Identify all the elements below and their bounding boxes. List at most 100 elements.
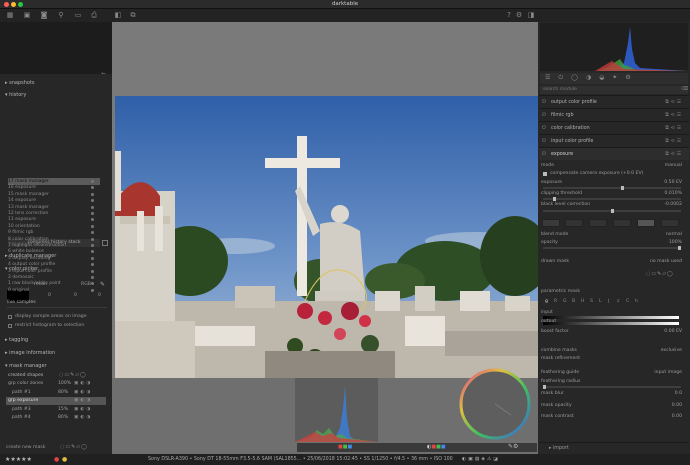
mask-blur-label: mask blur [541, 391, 564, 396]
channel-tab[interactable]: g [545, 299, 548, 304]
help-icon[interactable]: ? [505, 11, 513, 19]
mask-row-mode-icons[interactable]: ▣◐◑ [74, 389, 92, 397]
mask-manager-section[interactable]: ▾ mask manager [0, 362, 112, 371]
channel-tab[interactable]: G [563, 299, 567, 304]
module-header[interactable]: ⏻ color calibration ⧉⟲☰ [539, 121, 689, 134]
power-icon[interactable]: ⏻ [542, 148, 546, 161]
map-pin-icon[interactable]: ⚲ [57, 11, 65, 19]
scope-mode-icons[interactable]: ◐■■■ [427, 444, 446, 450]
camera-icon[interactable]: ◙ [40, 11, 48, 19]
module-header[interactable]: ⏻ output color profile ⧉⟲☰ [539, 95, 689, 108]
channel-tab[interactable]: H [581, 299, 584, 304]
mask-row-mode-icons[interactable]: ▣◐◑ [74, 380, 92, 388]
module-header[interactable]: ⏻ input color profile ⧉⟲☰ [539, 134, 689, 147]
mask-row-mode-icons[interactable]: ▣◐◑ [74, 414, 92, 422]
mask-create-tools[interactable]: ◌▭✎▱◯ [60, 444, 88, 450]
output-gradient-slider[interactable] [543, 322, 679, 325]
channel-tab[interactable]: h [635, 299, 638, 304]
history-item[interactable]: 0 original [8, 287, 100, 294]
color-label-yellow-icon[interactable]: ● [62, 454, 67, 465]
mask-shape-tools[interactable]: ◌▭✎▱◯ [59, 372, 87, 378]
feathering-radius-label: feathering radius [541, 379, 581, 384]
grid-icon[interactable]: ▦ [6, 11, 14, 19]
print-icon[interactable]: ⎙ [90, 11, 98, 19]
module-header[interactable]: ⏻ exposure ⧉⟲☰ [539, 147, 689, 160]
history-create-style-icon[interactable] [102, 240, 108, 246]
mask-row[interactable]: path #3 15% ▣◐◑ [6, 406, 106, 414]
color-label-red-icon[interactable]: ● [54, 454, 59, 465]
mask-row-mode-icons[interactable]: ▣◐◑ [74, 397, 92, 405]
tagging-section[interactable]: ▸ tagging [0, 336, 112, 345]
blend-tab-drawn[interactable] [589, 219, 607, 227]
channel-tab[interactable]: B [572, 299, 575, 304]
exposure-mode-value[interactable]: manual [665, 162, 682, 170]
mask-row-name: path #4 [12, 415, 31, 420]
clear-search-icon[interactable]: ⌫ [681, 86, 688, 92]
mask-opacity-value: 0.00 [671, 403, 682, 408]
display-samples-checkbox[interactable] [8, 315, 12, 319]
module-title: color calibration [551, 126, 590, 131]
blend-tab-uniform[interactable] [565, 219, 583, 227]
right-panel-toggle-icon[interactable]: ◨ [527, 11, 535, 19]
restrict-histogram-checkbox[interactable] [8, 324, 12, 328]
display-samples-label: display sample areas on image [15, 314, 87, 319]
blend-tab-drawn-parametric[interactable] [637, 219, 655, 227]
channel-tab[interactable]: C [626, 299, 629, 304]
blend-tab-raster[interactable] [661, 219, 679, 227]
mask-row[interactable]: path #4 80% ▣◐◑ [6, 414, 106, 422]
clipping-threshold-slider[interactable] [543, 197, 681, 201]
channel-tab[interactable]: R [554, 299, 557, 304]
scope-histogram [295, 378, 378, 442]
drawn-mask-value[interactable]: no mask used [650, 258, 682, 266]
history-section[interactable]: ▾ history [0, 91, 112, 100]
module-header-icons[interactable]: ⧉⟲☰ [665, 148, 683, 161]
black-level-slider[interactable] [543, 209, 681, 213]
module-title: exposure [551, 152, 574, 157]
scope-channel-toggles[interactable]: ■■■ [338, 444, 352, 450]
search-module-input[interactable]: search module [540, 86, 688, 94]
main-photo[interactable] [115, 96, 538, 378]
feathering-guide-value[interactable]: input image [654, 369, 682, 377]
image-exif-info: Sony DSLR-A390 • Sony DT 18-55mm F3.5-5.… [148, 457, 453, 462]
channel-tab[interactable]: L [599, 299, 602, 304]
mask-row[interactable]: path #1 80% ▣◐◑ [6, 389, 106, 397]
opacity-slider[interactable] [543, 246, 681, 250]
view-toggle-icons[interactable]: ◐▣▤◈⚠◪ [462, 454, 500, 465]
history-item-status-icon [91, 276, 94, 279]
snapshots-section[interactable]: ▸ snapshots [0, 79, 112, 88]
star-rating[interactable]: ★★★★★ [5, 454, 32, 465]
mask-row-mode-icons[interactable]: ▣◐◑ [74, 406, 92, 414]
channel-tab[interactable]: S [590, 299, 593, 304]
feathering-radius-slider[interactable] [543, 385, 681, 389]
mask-row[interactable]: grp color zones 100% ▣◐◑ [6, 380, 106, 388]
panel-toggle-icon[interactable]: ◧ [114, 11, 122, 19]
history-item-status-icon [91, 192, 94, 196]
duplicate-view-icon[interactable]: ⧉ [129, 11, 137, 19]
compensate-label: compensate camera exposure (+0.0 EV) [550, 171, 644, 176]
history-item-status-icon [91, 244, 94, 247]
scope-settings-icon[interactable]: ✎⚙ [508, 443, 518, 450]
exposure-slider[interactable] [543, 186, 681, 190]
mask-contrast-label: mask contrast [541, 414, 574, 419]
mask-row-name: path #1 [12, 389, 31, 395]
mask-row[interactable]: grp exposure ▣◐◑ [6, 397, 106, 405]
image-information-section[interactable]: ▸ image information [0, 349, 112, 358]
combine-masks-value[interactable]: exclusive [661, 347, 682, 355]
preferences-icon[interactable]: ⚙ [515, 11, 523, 19]
blend-tab-off[interactable] [542, 219, 560, 227]
channel-tab[interactable]: J [608, 299, 609, 304]
compensate-checkbox[interactable] [543, 172, 547, 176]
blend-mode-value[interactable]: normal [666, 231, 682, 239]
blend-tab-parametric[interactable] [613, 219, 631, 227]
slideshow-icon[interactable]: ▭ [74, 11, 82, 19]
module-group-icons[interactable]: ☰⏻◯◑◒✦⚙ [545, 74, 639, 82]
top-toolbar [0, 9, 690, 22]
drawn-mask-shape-icons[interactable]: ◌▭✎▱◯ [646, 271, 674, 277]
save-icon[interactable]: ▣ [23, 11, 31, 19]
module-header[interactable]: ⏻ filmic rgb ⧉⟲☰ [539, 108, 689, 121]
eyedropper-icon[interactable]: ✎ [100, 281, 105, 288]
channel-tab[interactable]: z [617, 299, 619, 304]
exposure-value: 0.50 EV [664, 180, 682, 185]
import-module[interactable]: ▸ import [539, 442, 689, 453]
history-item-status-icon [91, 212, 94, 215]
